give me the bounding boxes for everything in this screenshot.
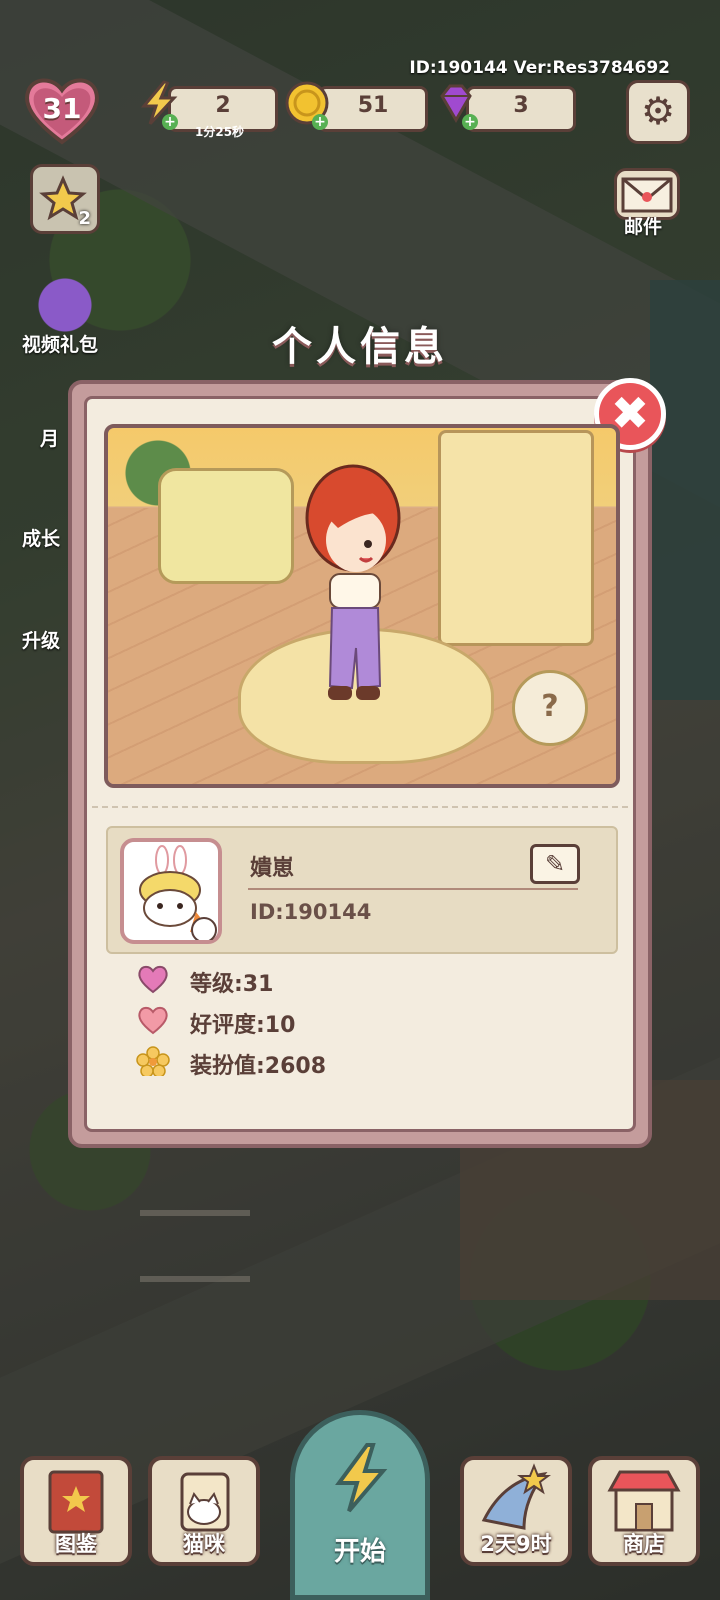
stat-rating: 好评度:10 xyxy=(190,1013,296,1038)
dialog-title: 个人信息 xyxy=(272,324,448,370)
add-energy-button[interactable]: + xyxy=(162,114,178,130)
outfit-help-button[interactable]: ? xyxy=(512,670,588,746)
add-coins-button[interactable]: + xyxy=(312,114,328,130)
coin-counter[interactable]: 51 xyxy=(318,86,428,132)
event-button[interactable]: 2天9时 xyxy=(460,1456,572,1566)
level-heart-badge[interactable]: 31 xyxy=(22,74,102,146)
gem-counter[interactable]: 3 xyxy=(466,86,576,132)
event-timer-label: 2天9时 xyxy=(480,1532,552,1556)
energy-counter[interactable]: 2 1分25秒 xyxy=(168,86,278,139)
name-underline xyxy=(248,888,578,890)
lightning-icon xyxy=(335,1443,388,1513)
energy-value: 2 xyxy=(215,93,231,118)
task-badge: 2 xyxy=(78,208,91,229)
mail-label: 邮件 xyxy=(624,216,663,238)
upgrade-label: 升级 xyxy=(22,630,61,652)
cats-button[interactable]: 猫咪 xyxy=(148,1456,260,1566)
cat-avatar-icon xyxy=(139,845,217,943)
player-name: 嬇崽 xyxy=(250,856,295,881)
settings-button[interactable]: ⚙ xyxy=(626,80,690,144)
envelope-icon xyxy=(621,177,673,213)
catalog-label: 图鉴 xyxy=(55,1532,97,1556)
coin-value: 51 xyxy=(357,93,389,118)
task-button[interactable]: 2 xyxy=(30,164,100,234)
section-divider xyxy=(92,806,628,808)
rating-heart-icon xyxy=(138,1006,168,1035)
start-button[interactable]: 开始 xyxy=(290,1410,430,1600)
player-character xyxy=(305,464,401,700)
flower-icon xyxy=(136,1046,170,1076)
add-gems-button[interactable]: + xyxy=(462,114,478,130)
gem-value: 3 xyxy=(513,93,529,118)
avatar[interactable] xyxy=(120,838,222,944)
sofa-decor xyxy=(158,468,294,584)
energy-timer: 1分25秒 xyxy=(195,125,245,139)
shirt-question-icon: ? xyxy=(541,689,559,724)
stat-level: 等级:31 xyxy=(190,972,274,997)
stat-outfit: 装扮值:2608 xyxy=(190,1054,327,1079)
pencil-icon: ✎ xyxy=(544,850,566,878)
growth-label: 成长 xyxy=(22,528,61,550)
wardrobe-decor xyxy=(438,430,594,646)
gear-icon: ⚙ xyxy=(640,89,676,133)
edit-name-button[interactable]: ✎ xyxy=(530,844,580,884)
cats-label: 猫咪 xyxy=(183,1532,225,1556)
id-version-text: ID:190144 Ver:Res3784692 xyxy=(409,58,670,78)
shop-label: 商店 xyxy=(623,1532,665,1556)
monthly-label: 月 xyxy=(40,428,60,450)
level-value: 31 xyxy=(42,92,82,125)
player-id: ID:190144 xyxy=(250,900,372,924)
shop-button[interactable]: 商店 xyxy=(588,1456,700,1566)
catalog-button[interactable]: 图鉴 xyxy=(20,1456,132,1566)
level-heart-icon xyxy=(138,965,168,994)
start-label: 开始 xyxy=(333,1537,386,1567)
